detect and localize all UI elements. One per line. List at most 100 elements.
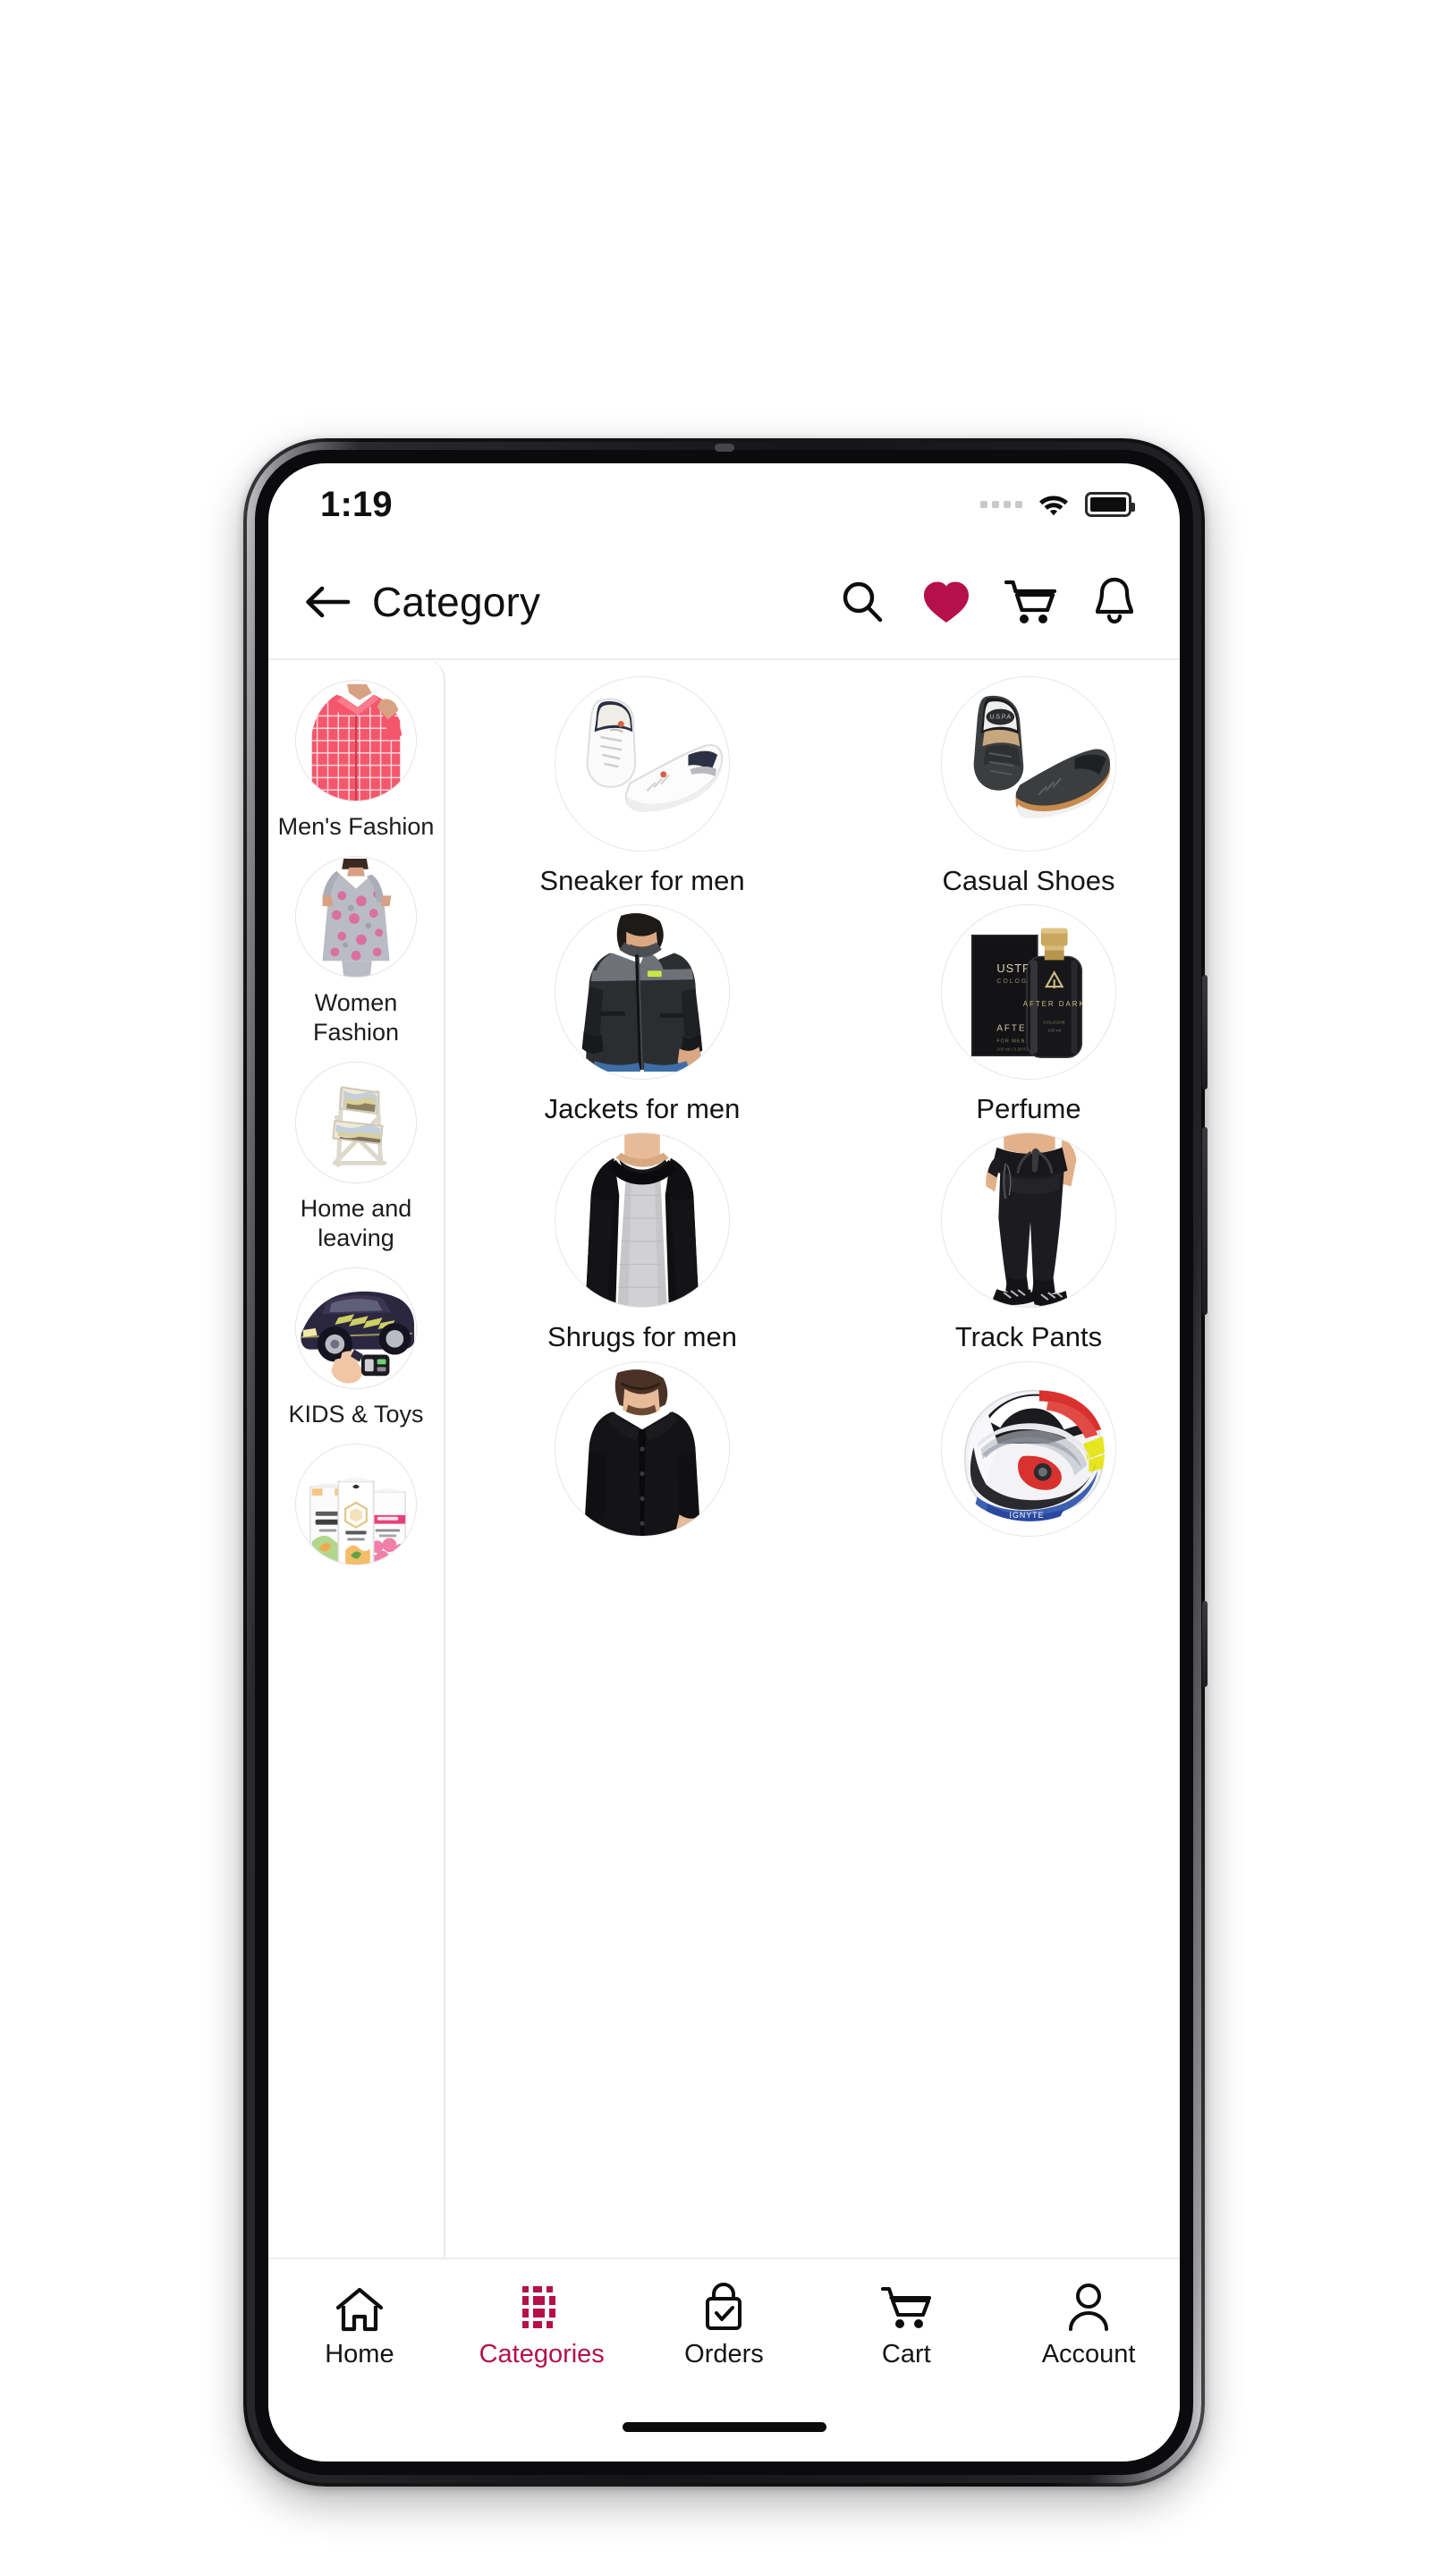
sidebar-label: KIDS & Toys — [288, 1400, 424, 1428]
category-grid-pane[interactable]: Sneaker for men U.S.P.A Casual Shoes Jac… — [445, 660, 1180, 2258]
grid-thumb-helmet: IGNYTE — [941, 1360, 1116, 1537]
grid-thumb-shrugs-for-men — [555, 1132, 730, 1309]
sidebar-thumb-beauty — [295, 1443, 417, 1565]
screenshot-root: 1:19 Category Men's Fashion Women Fashio… — [0, 0, 1449, 2576]
perfume-bottle-box-image: USTRAA COLOGNE AFTER DARK FOR MEN 100 ml… — [942, 905, 1115, 1080]
cart-icon — [1004, 580, 1056, 623]
nav-item-account[interactable]: Account — [997, 2283, 1180, 2369]
grid-item-jackets-for-men[interactable]: Jackets for men — [462, 904, 823, 1125]
cart-icon — [881, 2286, 932, 2328]
nav-label: Home — [325, 2339, 394, 2368]
sidebar-thumb-women-fashion — [295, 855, 417, 978]
svg-text:U.S.P.A: U.S.P.A — [989, 715, 1011, 721]
sidebar-item-home-and-leaving[interactable]: Home and leaving — [268, 1056, 444, 1262]
svg-text:COLOGNE: COLOGNE — [1043, 1021, 1065, 1026]
sidebar-thumb-mens-fashion — [295, 680, 417, 801]
black-shirt-image — [555, 1361, 729, 1536]
grid-thumb-jackets-for-men — [555, 904, 730, 1080]
black-casual-shoes-image: U.S.P.A — [942, 677, 1115, 851]
grid-label: Track Pants — [954, 1321, 1103, 1353]
black-track-pants-image — [942, 1133, 1115, 1308]
back-button[interactable] — [295, 570, 360, 634]
nav-icon-cart — [881, 2283, 932, 2333]
grid-item-track-pants[interactable]: Track Pants — [848, 1132, 1180, 1353]
status-time: 1:19 — [320, 484, 393, 524]
sidebar-thumb-home-and-leaving — [295, 1061, 417, 1183]
search-button[interactable] — [835, 574, 890, 630]
bag-check-icon — [706, 2282, 742, 2330]
home-indicator-area — [268, 2392, 1180, 2462]
svg-text:100 ml / 3.38 fl.oz: 100 ml / 3.38 fl.oz — [996, 1047, 1032, 1053]
grid-thumb-sneaker-for-men — [555, 676, 730, 852]
toy-car-image — [296, 1267, 416, 1388]
grid-thumb-track-pants — [941, 1132, 1116, 1309]
grid-label: Casual Shoes — [942, 865, 1115, 896]
app-bar-actions — [835, 574, 1142, 630]
category-grid: Sneaker for men U.S.P.A Casual Shoes Jac… — [445, 676, 1180, 1549]
svg-text:IGNYTE: IGNYTE — [1009, 1511, 1044, 1520]
sidebar-item-beauty[interactable] — [268, 1438, 444, 1585]
motorcycle-helmet-image: IGNYTE — [942, 1361, 1115, 1536]
beauty-packs-image — [296, 1444, 416, 1564]
nav-label: Cart — [881, 2339, 931, 2368]
grid-thumb-casual-shoes: U.S.P.A — [941, 676, 1116, 852]
person-icon — [1069, 2283, 1109, 2331]
notifications-button[interactable] — [1087, 574, 1142, 630]
nav-label: Categories — [479, 2339, 605, 2368]
power-button[interactable] — [1202, 1601, 1208, 1687]
home-icon — [335, 2287, 383, 2331]
battery-icon — [1085, 492, 1135, 517]
nav-label: Account — [1041, 2339, 1136, 2368]
category-sidebar[interactable]: Men's Fashion Women Fashion Home and lea… — [268, 660, 445, 2258]
svg-text:FOR MEN: FOR MEN — [996, 1039, 1025, 1045]
sidebar-item-kids-and-toys[interactable]: KIDS & Toys — [268, 1262, 444, 1438]
grid-item-shrugs-for-men[interactable]: Shrugs for men — [462, 1132, 823, 1353]
earpiece-speaker — [714, 444, 734, 452]
nav-label: Orders — [684, 2339, 764, 2368]
grid-label: Perfume — [976, 1093, 1081, 1125]
wishlist-button[interactable] — [919, 574, 974, 630]
svg-text:100 ml: 100 ml — [1047, 1029, 1061, 1034]
grid-item-helmet[interactable]: IGNYTE — [848, 1360, 1180, 1549]
womens-kurti-image — [296, 856, 416, 977]
page-title: Category — [372, 579, 541, 625]
nav-icon-home — [335, 2283, 385, 2333]
nav-item-orders[interactable]: Orders — [633, 2282, 816, 2369]
nav-item-home[interactable]: Home — [268, 2283, 451, 2369]
grid-item-sneaker-for-men[interactable]: Sneaker for men — [462, 676, 823, 897]
volume-down-button[interactable] — [1202, 1127, 1208, 1315]
app-bar: Category — [268, 546, 1180, 660]
grid-item-black-shirt[interactable] — [462, 1360, 823, 1549]
content-area: Men's Fashion Women Fashion Home and lea… — [268, 660, 1180, 2258]
search-icon — [843, 581, 883, 623]
signal-dots-icon — [980, 501, 1022, 508]
sidebar-item-women-fashion[interactable]: Women Fashion — [268, 851, 444, 1056]
grid-label: Jackets for men — [544, 1093, 741, 1125]
phone-frame: 1:19 Category Men's Fashion Women Fashio… — [243, 438, 1208, 2487]
sidebar-thumb-kids-and-toys — [295, 1267, 417, 1389]
cart-button[interactable] — [1003, 574, 1058, 630]
phone-screen: 1:19 Category Men's Fashion Women Fashio… — [268, 463, 1180, 2462]
volume-up-button[interactable] — [1202, 975, 1208, 1089]
notification-bell-icon — [1095, 577, 1134, 624]
grid-dots-icon — [521, 2285, 555, 2328]
svg-text:AFTER DARK: AFTER DARK — [1023, 1000, 1086, 1008]
sidebar-item-mens-fashion[interactable]: Men's Fashion — [268, 674, 444, 851]
back-arrow-icon — [306, 586, 351, 618]
white-sneakers-image — [555, 677, 729, 851]
grid-thumb-perfume: USTRAA COLOGNE AFTER DARK FOR MEN 100 ml… — [941, 904, 1116, 1080]
home-indicator[interactable] — [622, 2421, 826, 2432]
bottom-navigation: Home Categories Orders Cart Account — [268, 2258, 1180, 2392]
grid-item-casual-shoes[interactable]: U.S.P.A Casual Shoes — [848, 676, 1180, 897]
grid-thumb-black-shirt — [555, 1360, 730, 1537]
grid-item-perfume[interactable]: USTRAA COLOGNE AFTER DARK FOR MEN 100 ml… — [848, 904, 1180, 1125]
nav-item-categories[interactable]: Categories — [451, 2283, 633, 2369]
sidebar-label: Home and leaving — [300, 1194, 412, 1251]
nav-icon-orders — [700, 2282, 747, 2333]
nav-item-cart[interactable]: Cart — [815, 2283, 997, 2369]
grid-label: Shrugs for men — [547, 1321, 737, 1353]
sidebar-label: Men's Fashion — [277, 813, 435, 840]
sidebar-label: Women Fashion — [312, 988, 400, 1046]
grid-label: Sneaker for men — [539, 865, 745, 896]
wifi-icon — [1039, 496, 1068, 516]
